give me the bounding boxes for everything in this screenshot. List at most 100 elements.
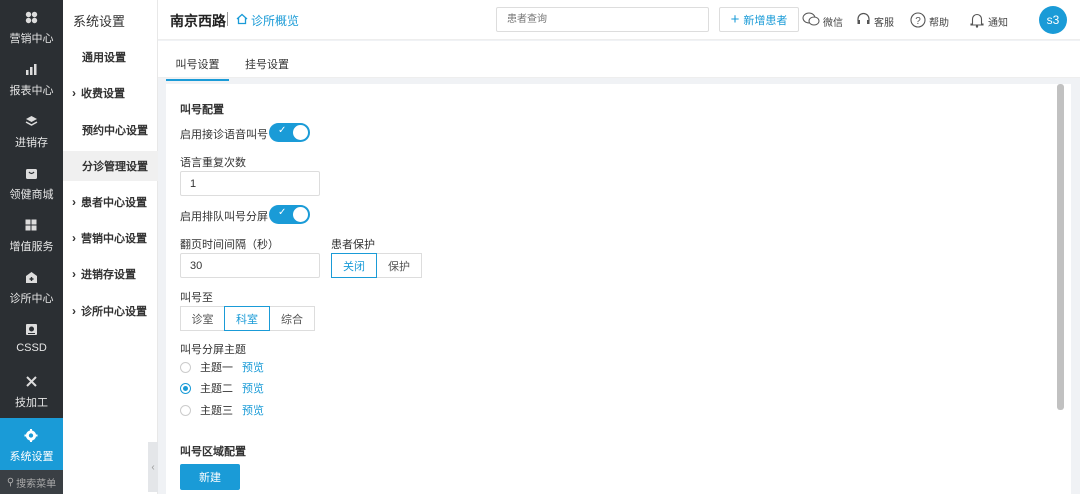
nav-label: 系统设置 bbox=[9, 451, 54, 463]
clinic-overview-link[interactable]: 诊所概览 bbox=[236, 12, 299, 29]
home-icon bbox=[236, 13, 248, 28]
overview-label: 诊所概览 bbox=[251, 14, 300, 28]
theme-name: 主题二 bbox=[200, 383, 233, 395]
wechat-icon bbox=[802, 12, 820, 30]
submenu-label: 诊所中心设置 bbox=[81, 306, 147, 318]
theme-label: 叫号分屏主题 bbox=[180, 344, 246, 356]
call-settings-panel: 叫号配置 启用接诊语音叫号 ✓ 语言重复次数 启用排队叫号分屏 ✓ 翻页时间间隔… bbox=[166, 84, 1071, 494]
repeat-label: 语言重复次数 bbox=[180, 157, 246, 169]
chevron-right-icon: › bbox=[72, 267, 76, 281]
nav-item-mall[interactable]: 领健商城 bbox=[0, 156, 63, 208]
menu-search-label: 搜索菜单 bbox=[16, 478, 57, 490]
screen-split-toggle[interactable]: ✓ bbox=[269, 205, 310, 224]
tab-registration[interactable]: 挂号设置 bbox=[245, 56, 289, 72]
main-nav: 营销中心 报表中心 进销存 领健商城 增值服务 诊所中心 CSSD 技加工 系统… bbox=[0, 0, 63, 494]
chevron-right-icon: › bbox=[72, 304, 76, 318]
nav-label: CSSD bbox=[16, 342, 47, 354]
theme-radio-2[interactable]: 主题二 预览 bbox=[180, 380, 264, 396]
repeat-count-input[interactable] bbox=[180, 171, 320, 196]
service-label: 客服 bbox=[874, 17, 894, 29]
notify-button[interactable]: 通知 bbox=[969, 12, 1008, 31]
preview-link[interactable]: 预览 bbox=[242, 359, 264, 375]
nav-label: 诊所中心 bbox=[9, 293, 54, 305]
submenu-item-appointment[interactable]: 预约中心设置 bbox=[63, 115, 158, 145]
submenu-item-general[interactable]: 通用设置 bbox=[63, 42, 158, 72]
nav-item-reports[interactable]: 报表中心 bbox=[0, 52, 63, 104]
callto-segment: 诊室 科室 综合 bbox=[180, 306, 315, 331]
nav-item-cssd[interactable]: CSSD bbox=[0, 312, 63, 364]
bar-chart-icon bbox=[24, 62, 38, 76]
theme-radio-3[interactable]: 主题三 预览 bbox=[180, 402, 264, 418]
clinic-icon bbox=[24, 270, 38, 284]
divider bbox=[227, 12, 228, 26]
submenu-label: 患者中心设置 bbox=[81, 197, 147, 209]
submenu-label: 营销中心设置 bbox=[81, 233, 147, 245]
headset-icon bbox=[856, 12, 871, 30]
nav-item-marketing[interactable]: 营销中心 bbox=[0, 0, 63, 52]
help-icon: ? bbox=[910, 12, 926, 31]
nav-item-settings[interactable]: 系统设置 bbox=[0, 418, 63, 470]
nav-item-value-added[interactable]: 增值服务 bbox=[0, 208, 63, 260]
nav-label: 领健商城 bbox=[9, 189, 54, 201]
sterilize-icon bbox=[24, 322, 38, 336]
wechat-button[interactable]: 微信 bbox=[802, 12, 843, 30]
protect-off-option[interactable]: 关闭 bbox=[331, 253, 377, 278]
nav-label: 增值服务 bbox=[9, 241, 54, 253]
scrollbar[interactable] bbox=[1057, 84, 1064, 410]
screen-split-label: 启用排队叫号分屏 bbox=[180, 211, 268, 223]
submenu-item-clinic[interactable]: › 诊所中心设置 bbox=[63, 296, 158, 326]
layers-icon bbox=[24, 114, 38, 128]
collapse-handle[interactable]: ‹ bbox=[148, 442, 158, 492]
submenu-item-triage[interactable]: 分诊管理设置 bbox=[63, 151, 158, 181]
nav-label: 营销中心 bbox=[9, 33, 54, 45]
check-icon: ✓ bbox=[278, 207, 287, 218]
section-title: 叫号配置 bbox=[180, 104, 224, 116]
tab-call[interactable]: 叫号设置 bbox=[166, 56, 229, 81]
theme-radio-1[interactable]: 主题一 预览 bbox=[180, 359, 264, 375]
nav-label: 进销存 bbox=[15, 137, 48, 149]
avatar[interactable]: s3 bbox=[1039, 6, 1067, 34]
callto-all-option[interactable]: 综合 bbox=[269, 306, 315, 331]
service-button[interactable]: 客服 bbox=[856, 12, 894, 30]
protect-on-option[interactable]: 保护 bbox=[376, 253, 422, 278]
submenu-label: 预约中心设置 bbox=[82, 125, 148, 137]
submenu-item-marketing[interactable]: › 营销中心设置 bbox=[63, 223, 158, 253]
radio-icon bbox=[180, 404, 191, 416]
nav-item-lab[interactable]: 技加工 bbox=[0, 364, 63, 416]
patient-search-input[interactable] bbox=[496, 7, 709, 32]
grid-icon bbox=[24, 218, 38, 232]
radio-icon bbox=[180, 361, 191, 373]
theme-name: 主题一 bbox=[200, 362, 233, 374]
preview-link[interactable]: 预览 bbox=[242, 402, 264, 418]
preview-link[interactable]: 预览 bbox=[242, 380, 264, 396]
radio-icon bbox=[180, 382, 191, 394]
protect-label: 患者保护 bbox=[331, 239, 375, 251]
nav-label: 报表中心 bbox=[9, 85, 54, 97]
protect-segment: 关闭 保护 bbox=[331, 253, 422, 278]
bell-icon bbox=[969, 12, 985, 31]
chevron-right-icon: › bbox=[72, 86, 76, 100]
submenu-label: 进销存设置 bbox=[81, 269, 136, 281]
interval-input[interactable] bbox=[180, 253, 320, 278]
new-patient-button[interactable]: + 新增患者 bbox=[719, 7, 799, 32]
search-icon: ⚲ bbox=[6, 476, 15, 488]
menu-search[interactable]: ⚲ 搜索菜单 bbox=[0, 470, 63, 494]
voice-call-toggle[interactable]: ✓ bbox=[269, 123, 310, 142]
new-area-button[interactable]: 新建 bbox=[180, 464, 240, 490]
gear-icon bbox=[24, 428, 38, 442]
submenu-item-billing[interactable]: › 收费设置 bbox=[63, 78, 158, 108]
notify-label: 通知 bbox=[988, 18, 1008, 29]
submenu-title: 系统设置 bbox=[73, 14, 126, 29]
submenu-item-patient[interactable]: › 患者中心设置 bbox=[63, 187, 158, 217]
callto-dept-option[interactable]: 科室 bbox=[224, 306, 270, 331]
help-label: 帮助 bbox=[929, 18, 949, 29]
store-name[interactable]: 南京西路 bbox=[170, 11, 226, 31]
help-button[interactable]: ? 帮助 bbox=[910, 12, 949, 31]
callto-room-option[interactable]: 诊室 bbox=[180, 306, 225, 331]
submenu-item-inventory[interactable]: › 进销存设置 bbox=[63, 259, 158, 289]
nav-item-clinic[interactable]: 诊所中心 bbox=[0, 260, 63, 312]
flower-icon bbox=[24, 10, 38, 24]
new-patient-label: 新增患者 bbox=[743, 14, 788, 27]
svg-text:?: ? bbox=[915, 16, 921, 27]
nav-item-inventory[interactable]: 进销存 bbox=[0, 104, 63, 156]
